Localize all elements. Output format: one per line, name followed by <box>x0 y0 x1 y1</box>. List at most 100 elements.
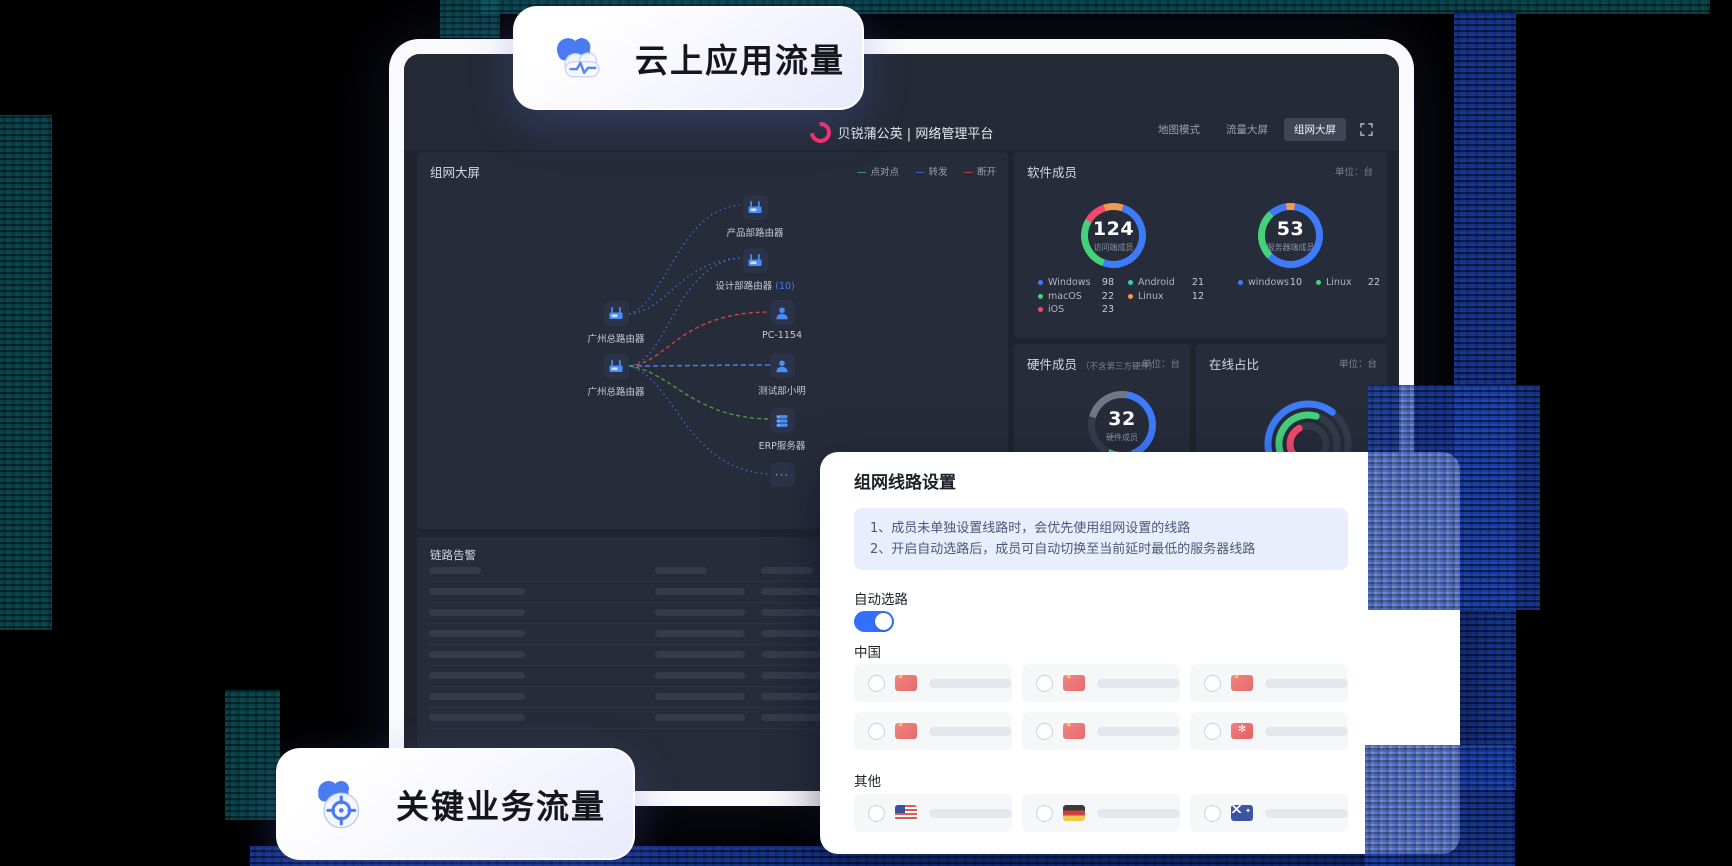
dot-icon <box>1128 294 1133 299</box>
badge-cloud-app-traffic: 云上应用流量 <box>513 6 864 110</box>
dot-icon <box>1128 280 1133 285</box>
noise-decoration <box>1365 745 1515 866</box>
badge-label: 云上应用流量 <box>635 34 845 82</box>
node-more[interactable]: ··· <box>740 462 824 487</box>
nav-map-mode[interactable]: 地图模式 <box>1148 118 1210 141</box>
line-name-skeleton <box>929 727 1012 736</box>
more-icon: ··· <box>770 462 795 487</box>
auto-route-label: 自动选路 <box>854 588 908 608</box>
legend-item: macOS22 <box>1038 290 1128 304</box>
line-option[interactable] <box>854 712 1012 750</box>
dot-icon <box>1038 294 1043 299</box>
line-name-skeleton <box>1097 727 1180 736</box>
software-panel-title: 软件成员 <box>1027 162 1077 181</box>
line-option[interactable] <box>1190 794 1348 832</box>
router-icon <box>743 195 768 220</box>
node-guangzhou-router-1[interactable]: 广州总路由器 <box>574 301 658 345</box>
tip-line-1: 1、成员未单独设置线路时，会优先使用组网设置的线路 <box>870 518 1332 539</box>
node-pc-1154[interactable]: PC-1154 <box>740 300 824 341</box>
key-business-icon <box>308 774 372 834</box>
dot-icon <box>1038 307 1043 312</box>
line-option[interactable] <box>1190 664 1348 702</box>
radio-icon[interactable] <box>1204 805 1221 822</box>
flag-cn-icon <box>895 723 917 739</box>
router-icon <box>604 354 629 379</box>
server-icon <box>770 408 795 433</box>
flag-au-icon <box>1231 805 1253 821</box>
dot-icon <box>1038 280 1043 285</box>
line-option[interactable] <box>1022 794 1180 832</box>
flag-cn-icon <box>1063 723 1085 739</box>
noise-decoration <box>1368 385 1540 610</box>
server-members-donut: 53服务器端成员 <box>1258 203 1323 268</box>
server-members-legend: windows10 Linux22 <box>1238 276 1394 290</box>
radio-icon[interactable] <box>1204 723 1221 740</box>
line-option[interactable] <box>1190 712 1348 750</box>
legend-item: Linux22 <box>1316 276 1394 290</box>
marketing-composition: 贝锐蒲公英 | 网络管理平台 地图模式 流量大屏 组网大屏 组网大屏 —点对点 … <box>0 0 1732 866</box>
group-other-label: 其他 <box>854 770 881 790</box>
toggle-knob <box>875 613 892 630</box>
user-icon <box>770 300 795 325</box>
radio-icon[interactable] <box>1036 675 1053 692</box>
dot-icon <box>1316 280 1321 285</box>
line-option[interactable] <box>854 794 1012 832</box>
node-erp-server[interactable]: ERP服务器 <box>740 408 824 452</box>
badge-key-business-traffic: 关键业务流量 <box>276 748 635 860</box>
router-icon <box>604 301 629 326</box>
line-name-skeleton <box>1265 727 1348 736</box>
radio-icon[interactable] <box>868 805 885 822</box>
radio-icon[interactable] <box>868 675 885 692</box>
radio-icon[interactable] <box>1204 675 1221 692</box>
flag-hk-icon <box>1231 723 1253 739</box>
flag-cn-icon <box>1231 675 1253 691</box>
legend-item: Linux12 <box>1128 290 1218 304</box>
line-name-skeleton <box>1265 809 1348 818</box>
dot-icon <box>1238 280 1243 285</box>
view-switcher: 地图模式 流量大屏 组网大屏 <box>1148 118 1373 141</box>
nav-traffic-screen[interactable]: 流量大屏 <box>1216 118 1278 141</box>
line-settings-card: 组网线路设置 1、成员未单独设置线路时，会优先使用组网设置的线路 2、开启自动选… <box>820 452 1460 854</box>
brand-logo-icon <box>805 118 835 148</box>
nav-network-screen[interactable]: 组网大屏 <box>1284 118 1346 141</box>
brand-title: 贝锐蒲公英 | 网络管理平台 <box>838 123 994 142</box>
user-icon <box>770 353 795 378</box>
line-name-skeleton <box>1097 809 1180 818</box>
hardware-panel-unit: 单位：台 <box>1142 356 1180 370</box>
card-title: 组网线路设置 <box>854 468 956 493</box>
flag-cn-icon <box>1063 675 1085 691</box>
node-product-router[interactable]: 产品部路由器 <box>713 195 797 239</box>
hardware-panel-title: 硬件成员 （不含第三方硬件） <box>1027 354 1158 373</box>
radio-icon[interactable] <box>1036 723 1053 740</box>
noise-decoration <box>440 0 500 38</box>
flag-cn-icon <box>895 675 917 691</box>
cloud-traffic-icon <box>547 30 609 86</box>
line-option[interactable] <box>854 664 1012 702</box>
node-test-user[interactable]: 测试部小明 <box>740 353 824 397</box>
legend-item: iOS23 <box>1038 303 1128 317</box>
group-china-label: 中国 <box>854 641 881 661</box>
node-design-router[interactable]: 设计部路由器 (10) <box>713 248 797 292</box>
line-name-skeleton <box>1097 679 1180 688</box>
fullscreen-icon[interactable] <box>1360 123 1373 136</box>
noise-decoration <box>0 115 52 630</box>
access-members-donut: 124访问端成员 <box>1081 203 1146 268</box>
line-name-skeleton <box>1265 679 1348 688</box>
badge-label: 关键业务流量 <box>396 780 606 828</box>
access-members-legend: Windows98 macOS22 iOS23 Android21 Linux1… <box>1038 276 1218 317</box>
radio-icon[interactable] <box>868 723 885 740</box>
line-name-skeleton <box>929 679 1012 688</box>
hardware-members-donut: 32硬件成员 <box>1088 391 1156 459</box>
line-option[interactable] <box>1022 664 1180 702</box>
legend-item: windows10 <box>1238 276 1316 290</box>
radio-icon[interactable] <box>1036 805 1053 822</box>
node-guangzhou-router-2[interactable]: 广州总路由器 <box>574 354 658 398</box>
flag-us-icon <box>895 805 917 821</box>
legend-item: Windows98 <box>1038 276 1128 290</box>
auto-route-toggle[interactable] <box>854 611 894 632</box>
router-icon <box>743 248 768 273</box>
flag-de-icon <box>1063 805 1085 821</box>
tips-box: 1、成员未单独设置线路时，会优先使用组网设置的线路 2、开启自动选路后，成员可自… <box>854 508 1348 570</box>
line-name-skeleton <box>929 809 1012 818</box>
line-option[interactable] <box>1022 712 1180 750</box>
